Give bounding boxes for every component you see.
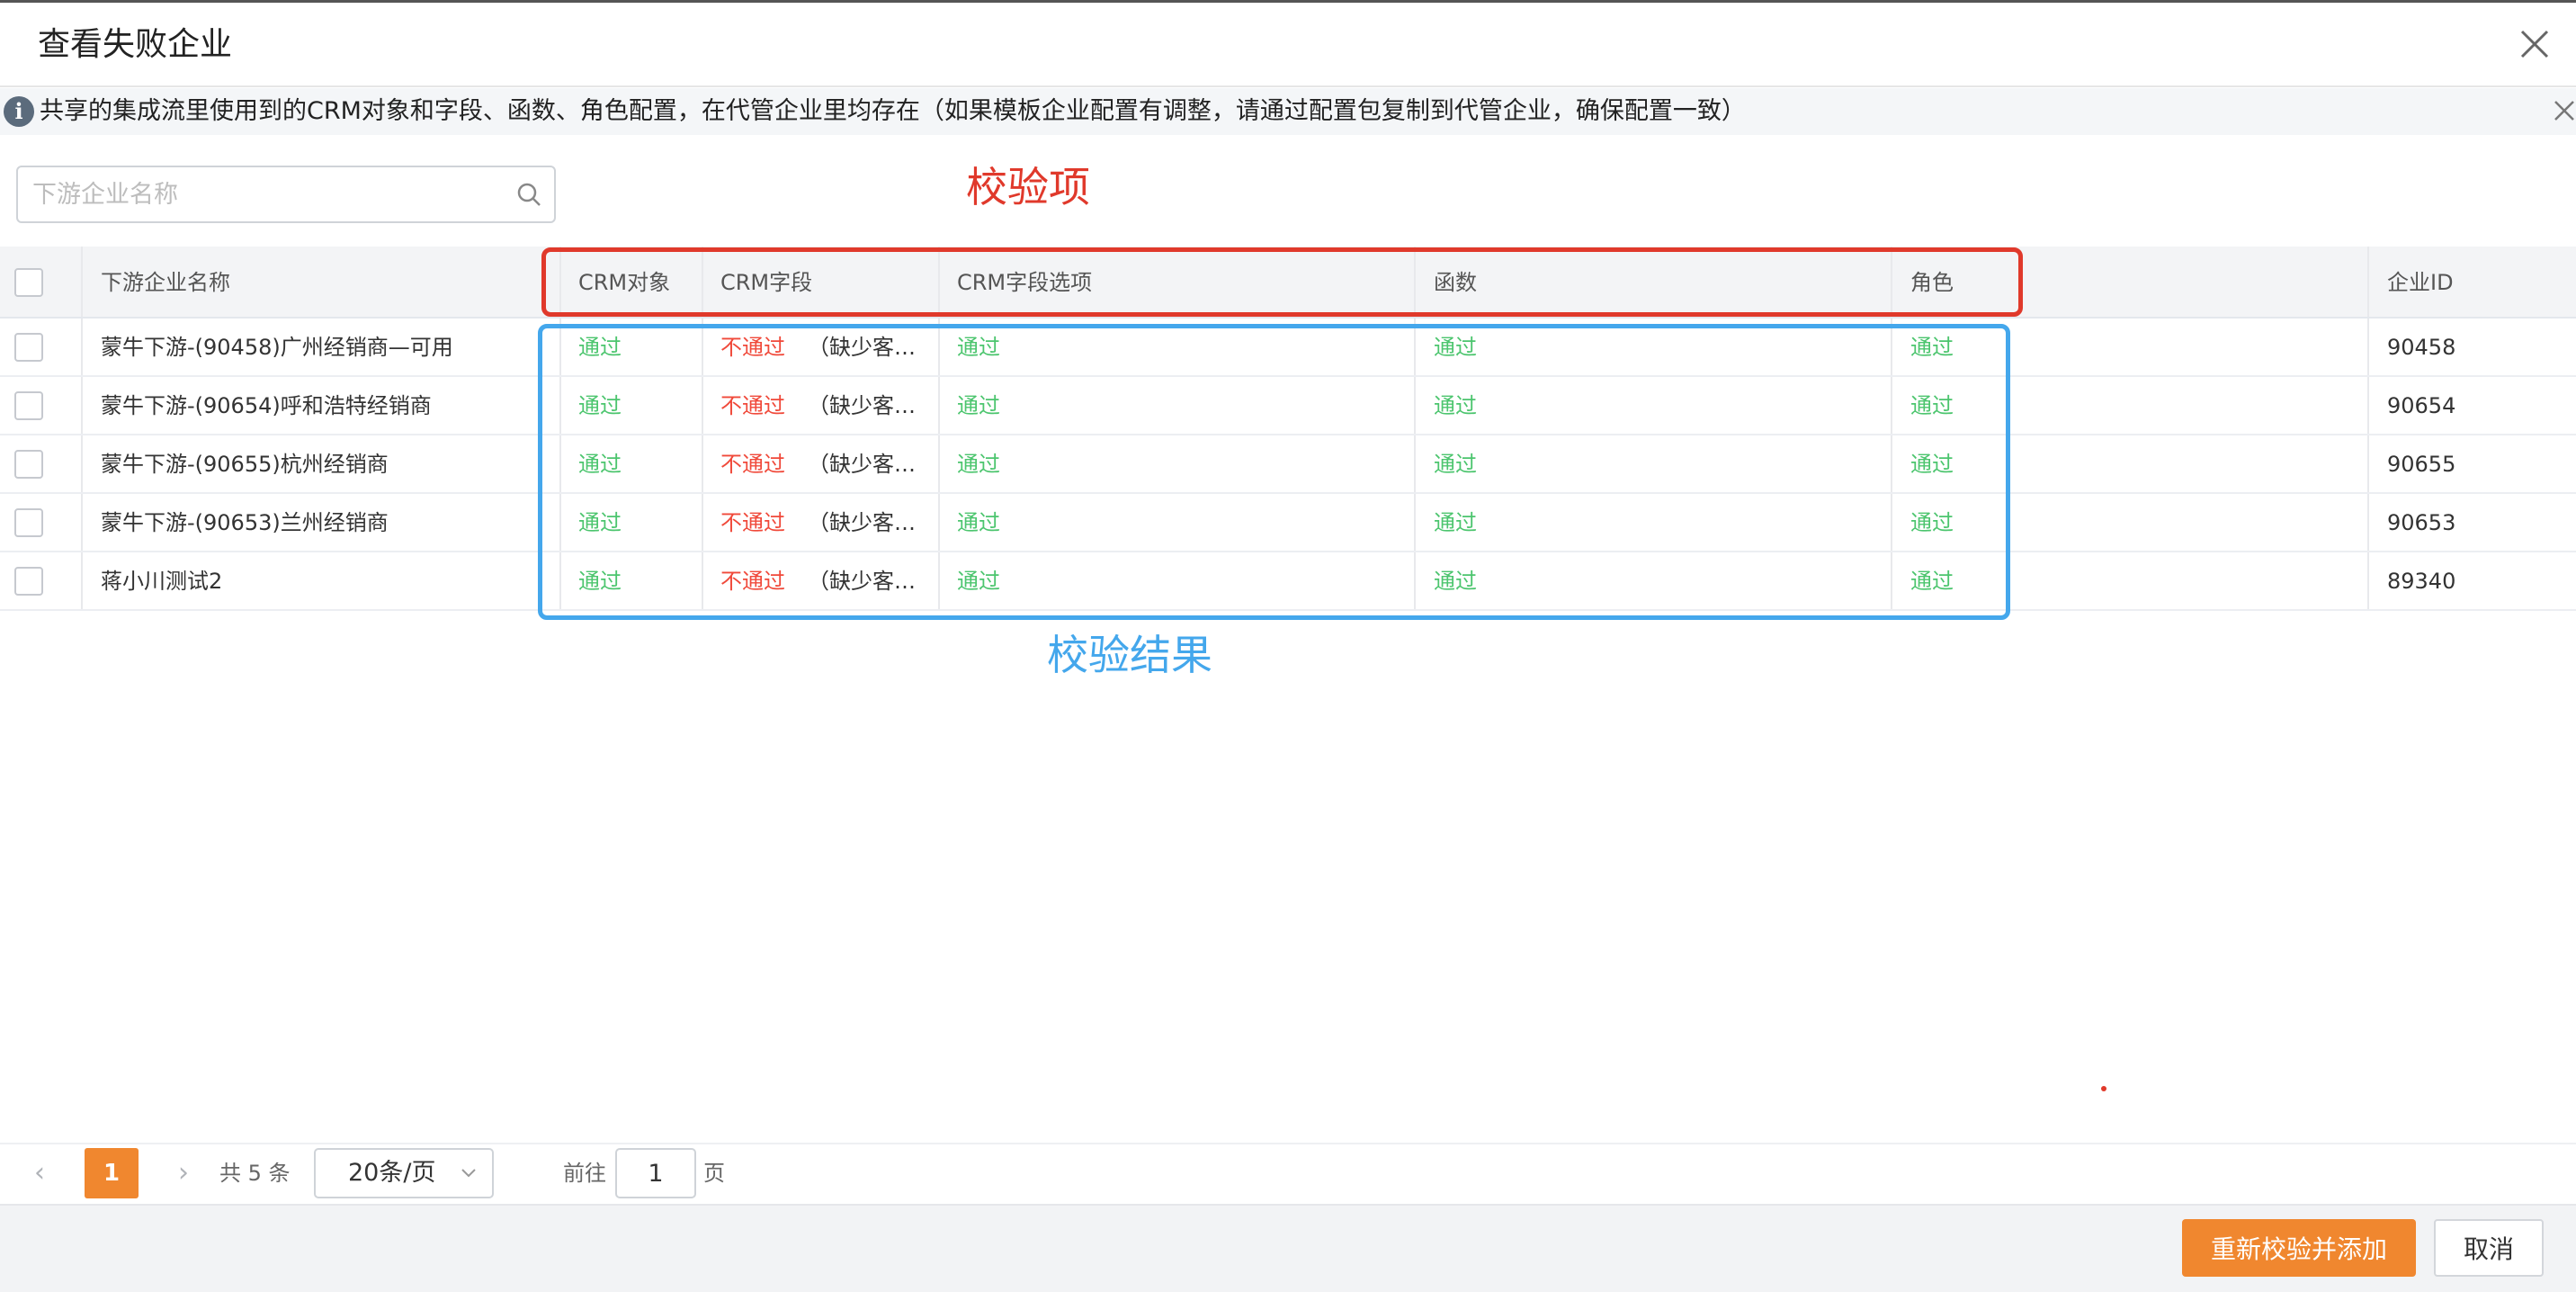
search-input[interactable] (32, 167, 500, 221)
chevron-down-icon (461, 1169, 476, 1178)
column-header-name[interactable]: 下游企业名称 (101, 247, 541, 317)
tenant-name: 蒙牛下游-(90653)兰州经销商 (101, 510, 389, 535)
recheck-and-add-button[interactable]: 重新校验并添加 (2182, 1219, 2416, 1277)
search-box (16, 166, 556, 223)
prev-page-icon[interactable]: ‹ (22, 1155, 58, 1191)
row-checkbox[interactable] (14, 333, 43, 362)
column-divider (81, 319, 83, 375)
annotation-box-check-results (538, 324, 2010, 620)
annotation-dot (2101, 1086, 2106, 1091)
notice-text: 共享的集成流里使用到的CRM对象和字段、函数、角色配置，在代管企业里均存在（如果… (40, 97, 1746, 125)
column-divider (2367, 377, 2369, 434)
row-checkbox[interactable] (14, 567, 43, 596)
column-divider (81, 377, 83, 434)
pagination: ‹ 1 › 共 5 条 20条/页 前往 页 (0, 1144, 2576, 1202)
dialog-title: 查看失败企业 (38, 26, 233, 63)
tenant-id: 90653 (2387, 510, 2456, 535)
total-count: 共 5 条 (219, 1161, 291, 1186)
column-divider (2367, 552, 2369, 609)
tenant-name: 蒋小川测试2 (101, 569, 223, 594)
goto-page-suffix: 页 (703, 1161, 725, 1186)
next-page-icon[interactable]: › (165, 1155, 201, 1191)
dialog-header: 查看失败企业 (0, 3, 2576, 87)
column-divider (81, 247, 83, 317)
tenant-id: 89340 (2387, 569, 2456, 594)
cancel-button[interactable]: 取消 (2434, 1219, 2544, 1277)
goto-label: 前往 (563, 1161, 606, 1186)
tenant-name: 蒙牛下游-(90654)呼和浩特经销商 (101, 393, 432, 418)
search-icon[interactable] (514, 180, 543, 209)
tenant-name: 蒙牛下游-(90458)广州经销商—可用 (101, 335, 453, 360)
row-checkbox[interactable] (14, 508, 43, 537)
column-divider (81, 435, 83, 492)
column-divider (2367, 319, 2369, 375)
info-icon: i (4, 96, 34, 127)
column-divider (81, 494, 83, 551)
column-divider (2367, 435, 2369, 492)
row-checkbox[interactable] (14, 450, 43, 479)
column-divider (2367, 494, 2369, 551)
notice-bar: i 共享的集成流里使用到的CRM对象和字段、函数、角色配置，在代管企业里均存在（… (0, 88, 2576, 135)
tenant-id: 90458 (2387, 335, 2456, 360)
annotation-box-check-items (541, 247, 2023, 317)
page-size-select[interactable]: 20条/页 (314, 1148, 494, 1198)
row-checkbox[interactable] (14, 391, 43, 420)
column-divider (81, 552, 83, 609)
tenant-id: 90654 (2387, 393, 2456, 418)
close-icon[interactable] (2517, 26, 2553, 62)
goto-page-input[interactable] (615, 1148, 696, 1198)
annotation-check-results-label: 校验结果 (1047, 631, 1212, 679)
dialog-footer: 重新校验并添加 取消 (0, 1204, 2576, 1292)
tenant-id: 90655 (2387, 452, 2456, 477)
annotation-check-items-label: 校验项 (966, 163, 1090, 211)
notice-close-icon[interactable] (2551, 97, 2576, 124)
page-number-current[interactable]: 1 (85, 1148, 139, 1198)
select-all-checkbox[interactable] (14, 268, 43, 297)
page-size-value: 20条/页 (348, 1159, 436, 1187)
column-header-tenant-id[interactable]: 企业ID (2387, 247, 2567, 317)
tenant-name: 蒙牛下游-(90655)杭州经销商 (101, 452, 389, 477)
column-divider (2367, 247, 2369, 317)
